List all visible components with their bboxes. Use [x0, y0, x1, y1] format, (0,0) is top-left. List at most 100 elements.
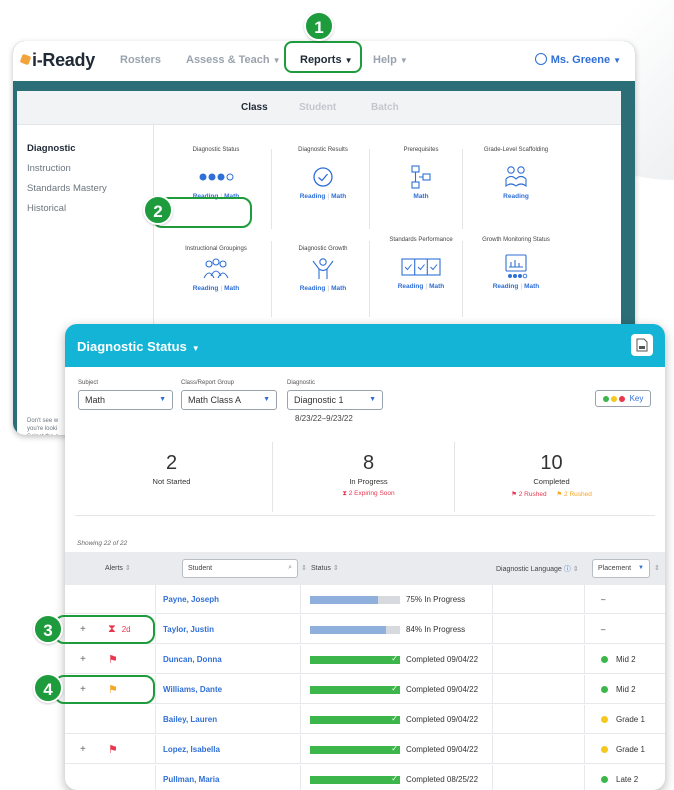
flowchart-icon — [377, 161, 465, 193]
reading-link[interactable]: Reading — [503, 193, 529, 200]
student-name-link[interactable]: Taylor, Justin — [163, 625, 214, 634]
info-icon[interactable]: ⓘ — [564, 566, 571, 573]
expand-toggle[interactable]: + — [80, 645, 100, 674]
divider — [300, 675, 301, 704]
tile-diagnostic-growth[interactable]: Diagnostic Growth Reading | Math — [279, 239, 367, 292]
table-row[interactable]: + ⚑ Lopez, Isabella ✓ Completed 09/04/22 Grad… — [65, 735, 665, 764]
expand-toggle[interactable]: + — [80, 735, 100, 764]
tile-growth-monitoring-status[interactable]: Growth Monitoring Status Reading | Math — [472, 237, 560, 290]
nav-assess-teach[interactable]: Assess & Teach ▼ — [186, 54, 281, 66]
reading-link[interactable]: Reading — [300, 193, 326, 200]
math-link[interactable]: Math — [429, 283, 444, 290]
tile-prerequisites[interactable]: Prerequisites Math — [377, 147, 465, 200]
status-summary: 2 Not Started 8 In Progress ⧗ 2 Expiring… — [75, 438, 655, 516]
red-flag-icon[interactable]: ⚑ — [108, 743, 118, 756]
nav-item-diagnostic[interactable]: Diagnostic — [27, 143, 76, 154]
nav-help[interactable]: Help ▼ — [373, 54, 408, 66]
status-header[interactable]: Status ⇕ — [311, 564, 339, 572]
tile-instructional-groupings[interactable]: Instructional Groupings Reading | Math — [172, 239, 260, 292]
callout-2: 2 — [143, 195, 173, 225]
class-label: Class/Report Group — [181, 380, 235, 386]
student-name-link[interactable]: Payne, Joseph — [163, 595, 219, 604]
rushed-flag-highlight-ring — [54, 675, 155, 704]
table-row[interactable]: Pullman, Maria ✓ Completed 08/25/22 Late 2 — [65, 765, 665, 790]
divider — [300, 615, 301, 644]
alerts-header[interactable]: Alerts ⇕ — [105, 564, 131, 572]
nav-item-instruction[interactable]: Instruction — [27, 163, 71, 174]
table-row[interactable]: + ⧗ 2d Taylor, Justin 84% In Progress – — [65, 615, 665, 644]
tile-standards-performance[interactable]: Standards Performance Reading | Math — [377, 237, 465, 290]
student-sort[interactable]: ⇕ — [301, 564, 307, 572]
math-link[interactable]: Math — [524, 283, 539, 290]
placement-text: – — [601, 625, 606, 634]
student-name-link[interactable]: Williams, Dante — [163, 685, 222, 694]
divider — [584, 705, 585, 734]
summary-in-progress[interactable]: 8 In Progress ⧗ 2 Expiring Soon — [272, 438, 465, 516]
math-link[interactable]: Math — [331, 193, 346, 200]
student-name-link[interactable]: Pullman, Maria — [163, 775, 219, 784]
expand-toggle[interactable] — [80, 765, 100, 790]
red-flag-icon[interactable]: ⚑ — [108, 653, 118, 666]
status-cell: ✓ Completed 08/25/22 — [310, 765, 500, 790]
user-menu[interactable]: Ms. Greene ▼ — [534, 53, 621, 66]
table-row[interactable]: Payne, Joseph 75% In Progress – — [65, 585, 665, 614]
expand-toggle[interactable] — [80, 585, 100, 614]
tab-batch[interactable]: Batch — [371, 102, 399, 113]
plus-icon[interactable]: + — [80, 744, 86, 755]
student-name-cell: Pullman, Maria — [163, 765, 303, 790]
student-search-input[interactable]: Student ⌕ — [182, 559, 298, 578]
tile-diagnostic-status[interactable]: Diagnostic Status Reading | Math — [172, 147, 260, 200]
progress-bar-fill — [310, 655, 400, 664]
reading-link[interactable]: Reading — [398, 283, 424, 290]
status-cell: 75% In Progress — [310, 585, 500, 614]
tab-student[interactable]: Student — [299, 102, 336, 113]
summary-label: Not Started — [152, 477, 191, 486]
placement-select[interactable]: Placement ▼ — [592, 559, 650, 578]
nav-item-standards-mastery[interactable]: Standards Mastery — [27, 183, 107, 194]
table-row[interactable]: + ⚑ Williams, Dante ✓ Completed 09/04/22 Mid … — [65, 675, 665, 704]
rushed-notes: ⚑ 2 Rushed ⚑ 2 Rushed — [455, 490, 648, 498]
summary-completed[interactable]: 10 Completed ⚑ 2 Rushed ⚑ 2 Rushed — [455, 438, 648, 516]
link-separator: | — [220, 285, 223, 292]
key-button[interactable]: Key — [595, 390, 651, 407]
class-select[interactable]: Math Class A ▼ — [181, 390, 277, 410]
divider — [492, 645, 493, 674]
student-name-link[interactable]: Bailey, Lauren — [163, 715, 217, 724]
student-name-link[interactable]: Lopez, Isabella — [163, 745, 220, 754]
summary-label: In Progress — [349, 477, 388, 486]
placement-sort[interactable]: ⇕ — [654, 564, 660, 572]
reading-link[interactable]: Reading — [300, 285, 326, 292]
subject-value: Math — [85, 395, 106, 405]
math-link[interactable]: Math — [331, 285, 346, 292]
nav-rosters[interactable]: Rosters — [120, 54, 161, 66]
expand-toggle[interactable] — [80, 705, 100, 734]
reading-link[interactable]: Reading — [193, 285, 219, 292]
summary-not-started[interactable]: 2 Not Started — [75, 438, 268, 516]
nav-item-historical[interactable]: Historical — [27, 203, 66, 214]
placement-text: – — [601, 595, 606, 604]
report-title: Diagnostic Status — [77, 339, 187, 354]
math-link[interactable]: Math — [413, 193, 428, 200]
expiring-soon-note: ⧗ 2 Expiring Soon — [272, 490, 465, 498]
student-name-link[interactable]: Duncan, Donna — [163, 655, 222, 664]
diagnostic-select[interactable]: Diagnostic 1 ▼ — [287, 390, 383, 410]
report-title-dropdown[interactable]: Diagnostic Status ▼ — [77, 339, 200, 354]
reading-link[interactable]: Reading — [493, 283, 519, 290]
subject-select[interactable]: Math ▼ — [78, 390, 173, 410]
iready-logo[interactable]: i-Ready — [19, 50, 95, 71]
plus-icon[interactable]: + — [80, 654, 86, 665]
status-text: Completed 09/04/22 — [406, 685, 479, 694]
table-row[interactable]: Bailey, Lauren ✓ Completed 09/04/22 Grade 1 — [65, 705, 665, 734]
table-row[interactable]: + ⚑ Duncan, Donna ✓ Completed 09/04/22 Mid 2 — [65, 645, 665, 674]
check-icon: ✓ — [391, 773, 398, 783]
language-header[interactable]: Diagnostic Language ⓘ ⇕ — [496, 564, 579, 574]
math-link[interactable]: Math — [224, 285, 239, 292]
placement-dot-icon — [601, 776, 608, 783]
tile-grade-level-scaffolding[interactable]: Grade-Level Scaffolding Reading — [472, 147, 560, 200]
progress-bar: ✓ — [310, 773, 400, 784]
tab-class[interactable]: Class — [241, 102, 268, 113]
tile-diagnostic-results[interactable]: Diagnostic Results Reading | Math — [279, 147, 367, 200]
status-cell: ✓ Completed 09/04/22 — [310, 735, 500, 764]
key-dot-icon — [610, 395, 617, 402]
pdf-export-button[interactable] — [631, 334, 653, 356]
